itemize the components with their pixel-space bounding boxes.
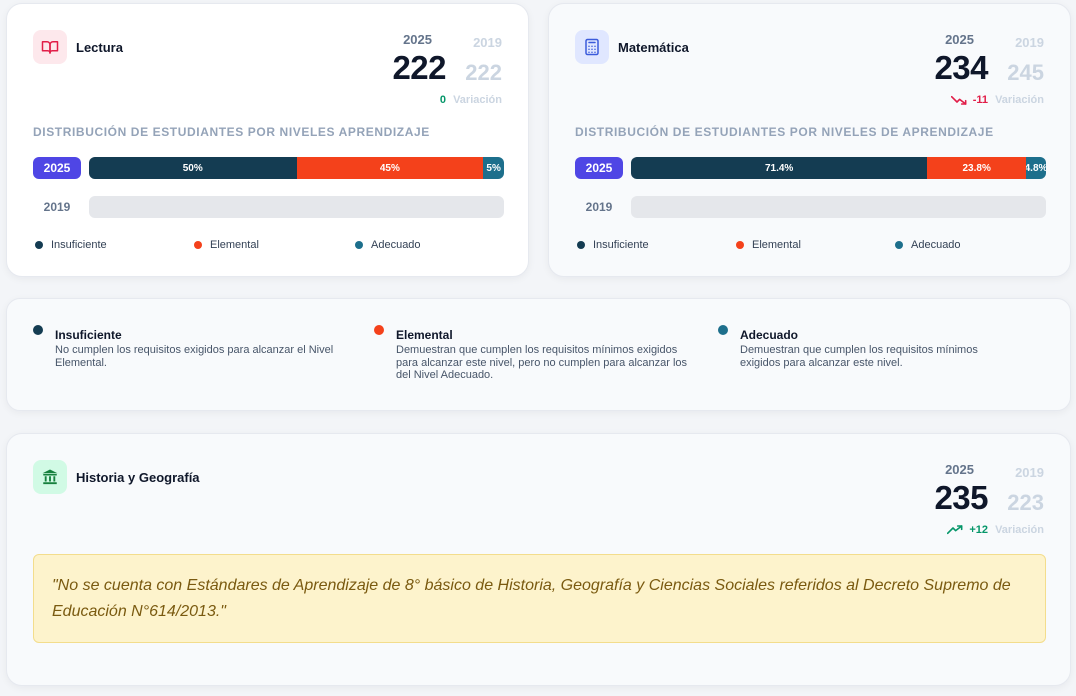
bar-segment-insuficiente: 71.4% <box>631 157 928 179</box>
score-delta: 0 <box>440 94 446 106</box>
delta-value: -11 <box>972 94 988 106</box>
legend-item-adecuado: Adecuado <box>355 239 421 251</box>
score-summary: 2025 2019 234 245 -11 Variación <box>914 32 1044 110</box>
legend-label: Insuficiente <box>51 239 107 251</box>
year-current-label: 2025 <box>945 462 974 477</box>
distribution-bar: 50% 45% 5% <box>89 157 504 179</box>
legend-dot <box>577 241 585 249</box>
year-label: 2019 <box>585 200 613 214</box>
distribution-title: Distribución de estudiantes por niveles … <box>33 125 430 139</box>
variation-label: Variación <box>995 524 1044 536</box>
legend-dot <box>895 241 903 249</box>
legend-label: Adecuado <box>911 239 961 251</box>
level-text: Demuestran que cumplen los requisitos mí… <box>740 344 978 369</box>
bar-row-2019: 2019 <box>575 196 1046 218</box>
bar-row-2019: 2019 <box>33 196 504 218</box>
bar-row-2025: 2025 50% 45% 5% <box>33 157 504 179</box>
legend-item-insuficiente: Insuficiente <box>577 239 649 251</box>
legend-dot <box>194 241 202 249</box>
level-text: Demuestran que cumplen los requisitos mí… <box>396 344 688 381</box>
level-title: Insuficiente <box>55 328 122 342</box>
score-current: 222 <box>392 49 446 86</box>
score-prev: 245 <box>1007 60 1044 85</box>
legend-dot <box>355 241 363 249</box>
legend: Insuficiente Elemental Adecuado <box>33 239 504 255</box>
level-text: No cumplen los requisitos exigidos para … <box>55 344 334 369</box>
delta-value: +12 <box>969 524 988 536</box>
bar-segment-insuficiente: 50% <box>89 157 297 179</box>
bar-segment-elemental: 23.8% <box>927 157 1027 179</box>
score-delta: +12 <box>947 524 988 536</box>
legend-item-insuficiente: Insuficiente <box>35 239 107 251</box>
distribution-title: Distribución de estudiantes por niveles … <box>575 125 994 139</box>
subject-title: Lectura <box>76 40 123 55</box>
subject-title: Matemática <box>618 40 689 55</box>
legend: Insuficiente Elemental Adecuado <box>575 239 1046 255</box>
level-title: Elemental <box>396 328 453 342</box>
historia-card: Historia y Geografía 2025 2019 235 223 +… <box>6 433 1071 686</box>
bar-segment-adecuado: 4.8% <box>1026 157 1046 179</box>
score-summary: 2025 2019 235 223 +12 Variación <box>914 462 1044 540</box>
book-icon <box>33 30 67 64</box>
distribution-bar <box>631 196 1046 218</box>
legend-label: Insuficiente <box>593 239 649 251</box>
distribution-bar <box>89 196 504 218</box>
calculator-icon <box>575 30 609 64</box>
level-title: Adecuado <box>740 328 799 342</box>
year-prev-label: 2019 <box>1015 35 1044 50</box>
standards-note: "No se cuenta con Estándares de Aprendiz… <box>33 554 1046 643</box>
bar-segment-adecuado: 5% <box>483 157 504 179</box>
subject-title: Historia y Geografía <box>76 470 200 485</box>
matematica-card: Matemática 2025 2019 234 245 -11 Variaci… <box>548 3 1071 277</box>
legend-dot <box>736 241 744 249</box>
year-prev-label: 2019 <box>1015 465 1044 480</box>
variation-label: Variación <box>453 94 502 106</box>
level-dot <box>33 325 43 335</box>
year-pill: 2025 <box>575 157 623 179</box>
year-prev-label: 2019 <box>473 35 502 50</box>
legend-dot <box>35 241 43 249</box>
landmark-icon <box>33 460 67 494</box>
score-prev: 222 <box>465 60 502 85</box>
year-pill: 2025 <box>33 157 81 179</box>
variation-label: Variación <box>995 94 1044 106</box>
score-delta: -11 <box>950 94 988 106</box>
year-label: 2019 <box>43 200 71 214</box>
bar-segment-elemental: 45% <box>296 157 484 179</box>
legend-item-elemental: Elemental <box>736 239 801 251</box>
legend-item-elemental: Elemental <box>194 239 259 251</box>
bar-row-2025: 2025 71.4%23.8%4.8% <box>575 157 1046 179</box>
score-current: 234 <box>934 49 988 86</box>
year-current-label: 2025 <box>945 32 974 47</box>
legend-label: Adecuado <box>371 239 421 251</box>
score-prev: 223 <box>1007 490 1044 515</box>
legend-label: Elemental <box>210 239 259 251</box>
lectura-card: Lectura 2025 2019 222 222 0 Variación Di… <box>6 3 529 277</box>
score-current: 235 <box>934 479 988 516</box>
distribution-bar: 71.4%23.8%4.8% <box>631 157 1046 179</box>
year-current-label: 2025 <box>403 32 432 47</box>
legend-label: Elemental <box>752 239 801 251</box>
level-descriptions-card: Insuficiente No cumplen los requisitos e… <box>6 298 1071 411</box>
level-dot <box>718 325 728 335</box>
delta-value: 0 <box>439 94 446 106</box>
legend-item-adecuado: Adecuado <box>895 239 961 251</box>
trending-down-icon <box>950 95 967 105</box>
score-summary: 2025 2019 222 222 0 Variación <box>372 32 502 110</box>
level-dot <box>374 325 384 335</box>
trending-up-icon <box>947 525 963 535</box>
